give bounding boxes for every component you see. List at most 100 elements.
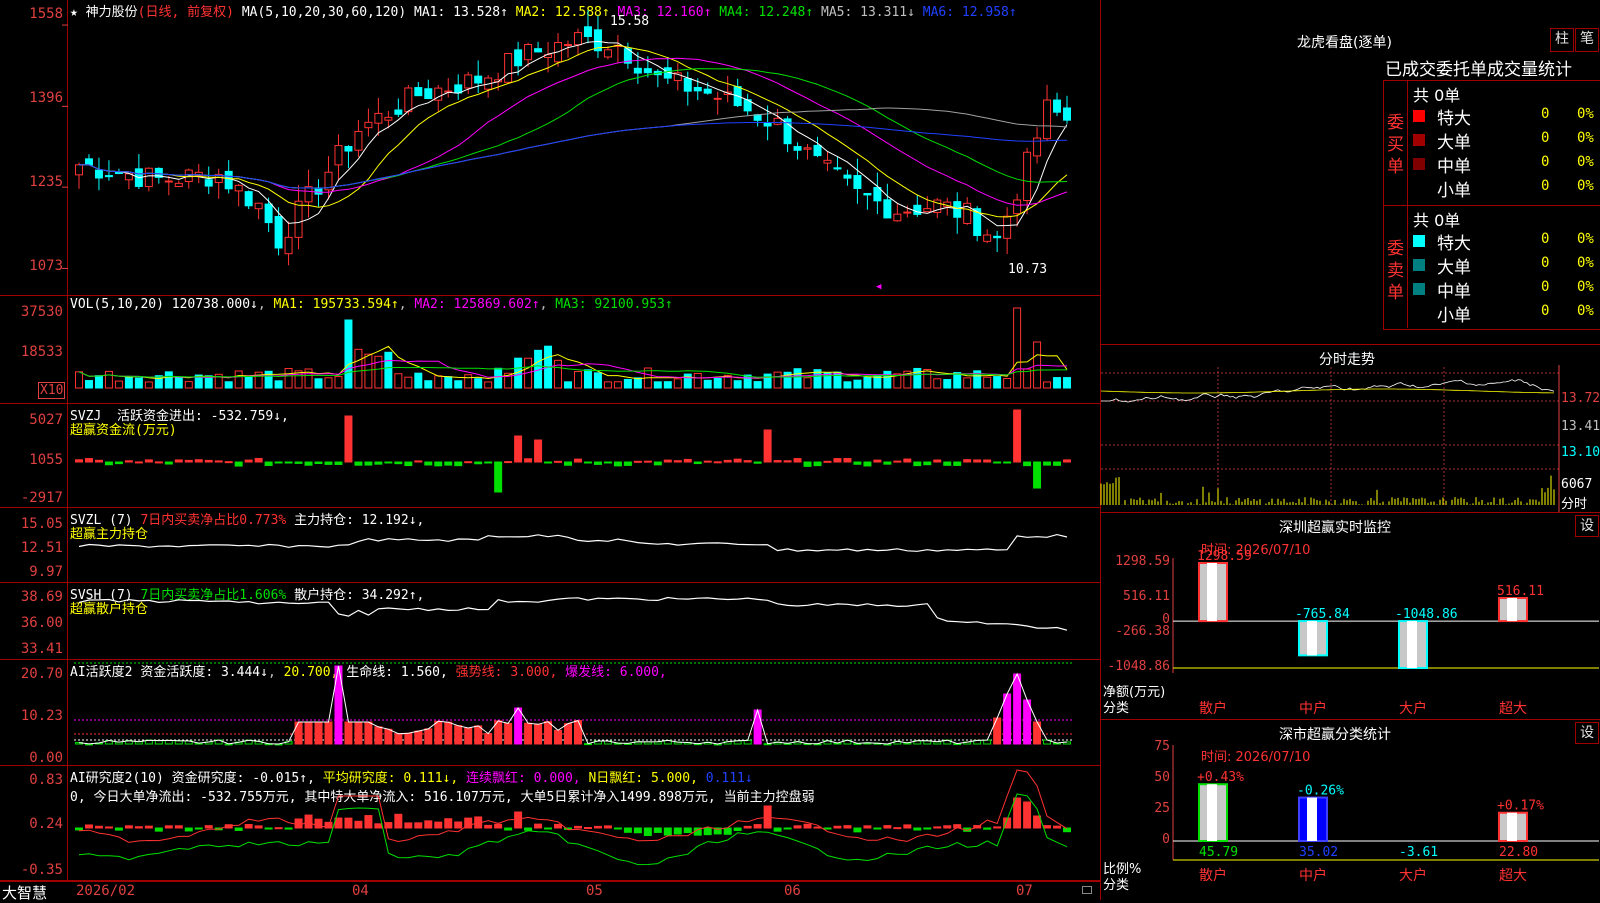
volume-bar — [314, 378, 323, 389]
volume-bar — [344, 319, 353, 389]
activity-bar — [354, 721, 363, 745]
research-bar — [494, 823, 503, 829]
research-bar — [803, 823, 812, 829]
volume-bar — [933, 378, 942, 389]
volume-bar — [394, 373, 403, 389]
flow-bar — [863, 461, 872, 467]
volume-bar — [943, 379, 952, 389]
classify-panel[interactable]: 深市超赢分类统计 设 时间: 2026/07/10 75 50 25 0 比例% 分类… — [1100, 719, 1600, 900]
net-value-label: 516.11 — [1497, 584, 1544, 599]
volume-bar — [993, 376, 1002, 389]
flow-bar — [583, 461, 592, 464]
intraday-panel[interactable]: 分时走势 13.72 13.41 13.10 6067 分时 — [1100, 344, 1600, 513]
svzl-chart[interactable] — [0, 508, 1100, 583]
candle-body — [94, 169, 103, 179]
research-bar — [294, 818, 303, 829]
svsh-panel[interactable]: 38.69 36.00 33.41 SVSH (7) 7日内买卖净占比1.606… — [0, 583, 1100, 660]
monitor-panel[interactable]: 深圳超赢实时监控 设 时间: 2026/07/10 1298.59 516.11 0… — [1100, 512, 1600, 719]
candle-body — [234, 184, 243, 192]
candle-body — [813, 144, 822, 157]
candle-body — [404, 87, 413, 113]
lock-icon[interactable] — [1082, 886, 1092, 894]
sell-row-name: 特大 — [1437, 234, 1471, 254]
flow-bar — [603, 461, 612, 464]
volume-bar — [1043, 381, 1052, 389]
buy-row-pct: 0% — [1577, 106, 1594, 122]
ai-research-chart[interactable] — [0, 766, 1100, 881]
sell-row-name: 小单 — [1437, 306, 1471, 326]
monitor-bar-chart[interactable]: 1298.59 散户 -765.84 中户 -1048.86 大户 516.11 超大 — [1101, 513, 1600, 720]
research-bar — [623, 827, 632, 833]
candle-body — [364, 121, 373, 129]
research-bar — [603, 825, 612, 829]
activity-bar — [524, 722, 533, 745]
activity-bar — [374, 726, 383, 745]
activity-bar — [484, 733, 493, 745]
volume-bar — [693, 372, 702, 389]
cursor-marker: ◀ — [876, 282, 882, 292]
ma-line — [78, 68, 1068, 189]
flow-bar — [1053, 461, 1062, 466]
ai-activity-chart[interactable] — [0, 660, 1100, 766]
buy-row-pct: 0% — [1577, 130, 1594, 146]
ai-research-panel[interactable]: 0.83 0.24 -0.35 AI研究度2(10) 资金研究度: -0.015… — [0, 766, 1100, 881]
classify-bar-chart[interactable]: +0.43% 45.79 散户 -0.26% 35.02 中户 -3.61 大户 +0.17% 2… — [1101, 720, 1600, 901]
flow-bar — [673, 460, 682, 463]
ai-activity-panel[interactable]: 20.70 10.23 0.00 AI活跃度2 资金活跃度: 3.444↓, 2… — [0, 660, 1100, 766]
flow-bar — [733, 458, 742, 463]
research-bar — [663, 827, 672, 836]
research-bar — [534, 823, 543, 829]
research-bar — [434, 821, 443, 829]
activity-bar — [364, 721, 373, 745]
research-bar — [783, 827, 792, 830]
flow-bar — [484, 461, 493, 464]
x-tick-label: 07 — [1016, 883, 1033, 899]
intraday-y-label: 13.72 — [1561, 391, 1600, 406]
tick-mode-button[interactable]: 笔 — [1575, 28, 1599, 52]
svzl-panel[interactable]: 15.05 12.51 9.97 SVZL (7) 7日内买卖净占比0.773%… — [0, 508, 1100, 583]
research-bar — [364, 815, 373, 829]
intraday-chart[interactable] — [1100, 345, 1600, 513]
candle-body — [244, 191, 253, 207]
research-bar — [733, 827, 742, 831]
volume-chart[interactable] — [0, 296, 1100, 404]
lhb-tabs[interactable]: 已成交委托单成交量统计 — [1385, 55, 1600, 80]
volume-bar — [683, 373, 692, 389]
research-bar — [124, 825, 133, 829]
volume-panel[interactable]: 37530 18533 X10 VOL(5,10,20) 120738.000↓… — [0, 296, 1100, 404]
candlestick-chart[interactable] — [0, 0, 1100, 296]
volume-bar — [713, 377, 722, 389]
research-bar — [683, 827, 692, 834]
candle-body — [913, 204, 922, 215]
activity-bar — [314, 721, 323, 745]
flow-bar — [753, 461, 762, 464]
buy-color-swatch — [1413, 110, 1425, 122]
volume-bar — [174, 377, 183, 389]
research-bar — [923, 827, 932, 830]
price-panel[interactable]: 1558 1396 1235 1073 ★ 神力股份(日线, 前复权) MA(5… — [0, 0, 1100, 296]
volume-bar — [134, 377, 143, 389]
flow-bar — [104, 461, 113, 466]
research-bar — [254, 825, 263, 829]
svzj-chart[interactable] — [0, 404, 1100, 508]
sell-color-swatch — [1413, 235, 1425, 247]
candle-body — [1023, 151, 1032, 201]
net-bar-highlight — [1407, 621, 1417, 668]
flow-bar — [294, 461, 303, 464]
research-bar — [703, 827, 712, 836]
volume-bar — [853, 379, 862, 389]
candle-body — [1013, 199, 1022, 215]
bar-mode-button[interactable]: 柱 — [1550, 28, 1574, 52]
activity-bar — [1003, 693, 1012, 745]
candle-body — [793, 146, 802, 151]
buy-row-name: 大单 — [1437, 133, 1471, 153]
research-bar — [993, 826, 1002, 829]
flow-bar — [853, 461, 862, 465]
research-bar — [643, 827, 652, 837]
svsh-chart[interactable] — [0, 583, 1100, 660]
svzj-panel[interactable]: 5027 1055 -2917 SVZJ 活跃资金进出: -532.759↓, … — [0, 404, 1100, 508]
candle-body — [384, 116, 393, 121]
volume-bar — [444, 376, 453, 389]
retail-holding-line — [78, 596, 1068, 631]
activity-bar — [424, 728, 433, 745]
